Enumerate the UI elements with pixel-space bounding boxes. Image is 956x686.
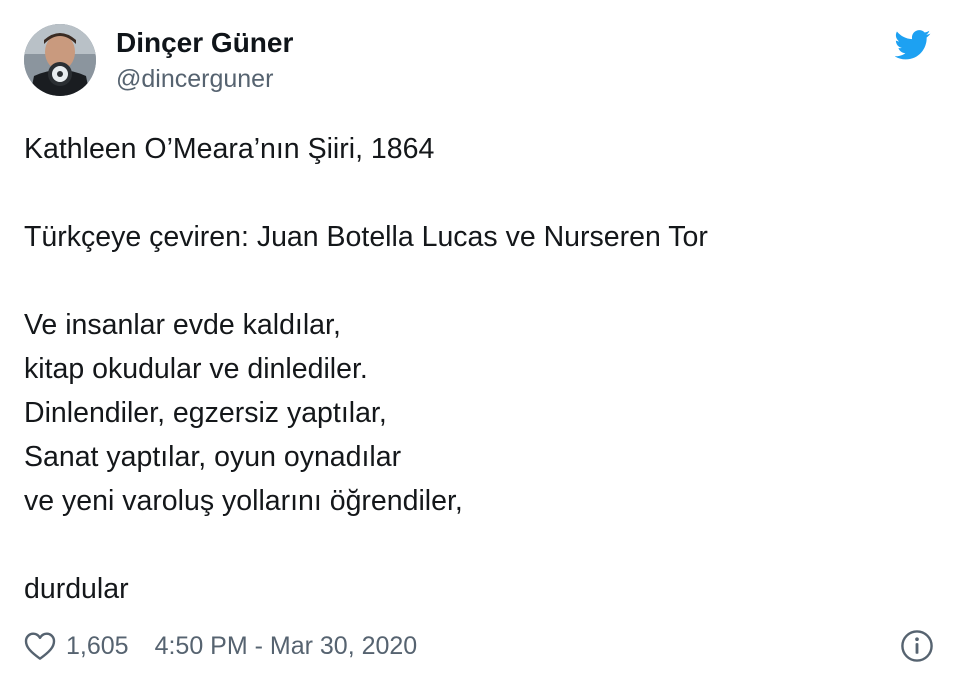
avatar[interactable]: [24, 24, 96, 96]
tweet-card: Dinçer Güner @dincerguner Kathleen O’Mea…: [0, 0, 956, 686]
author-handle[interactable]: @dincerguner: [116, 65, 273, 94]
heart-icon[interactable]: [24, 631, 56, 661]
tweet-timestamp[interactable]: 4:50 PM - Mar 30, 2020: [155, 632, 418, 661]
tweet-line: Sanat yaptılar, oyun oynadılar: [24, 441, 402, 473]
tweet-line: ve yeni varoluş yollarını öğrendiler,: [24, 485, 463, 517]
author-name[interactable]: Dinçer Güner: [116, 27, 293, 59]
twitter-bird-icon[interactable]: [894, 30, 931, 60]
tweet-footer: 1,605 4:50 PM - Mar 30, 2020: [24, 626, 934, 666]
tweet-line: Türkçeye çeviren: Juan Botella Lucas ve …: [24, 221, 708, 253]
tweet-line: kitap okudular ve dinlediler.: [24, 353, 368, 385]
like-count[interactable]: 1,605: [66, 632, 129, 661]
tweet-line: durdular: [24, 573, 129, 605]
tweet-line: Ve insanlar evde kaldılar,: [24, 309, 341, 341]
tweet-line: Kathleen O’Meara’nın Şiiri, 1864: [24, 133, 435, 165]
info-icon[interactable]: [900, 629, 934, 663]
tweet-line: Dinlendiler, egzersiz yaptılar,: [24, 397, 387, 429]
tweet-text: Kathleen O’Meara’nın Şiiri, 1864 Türkçey…: [24, 127, 924, 611]
